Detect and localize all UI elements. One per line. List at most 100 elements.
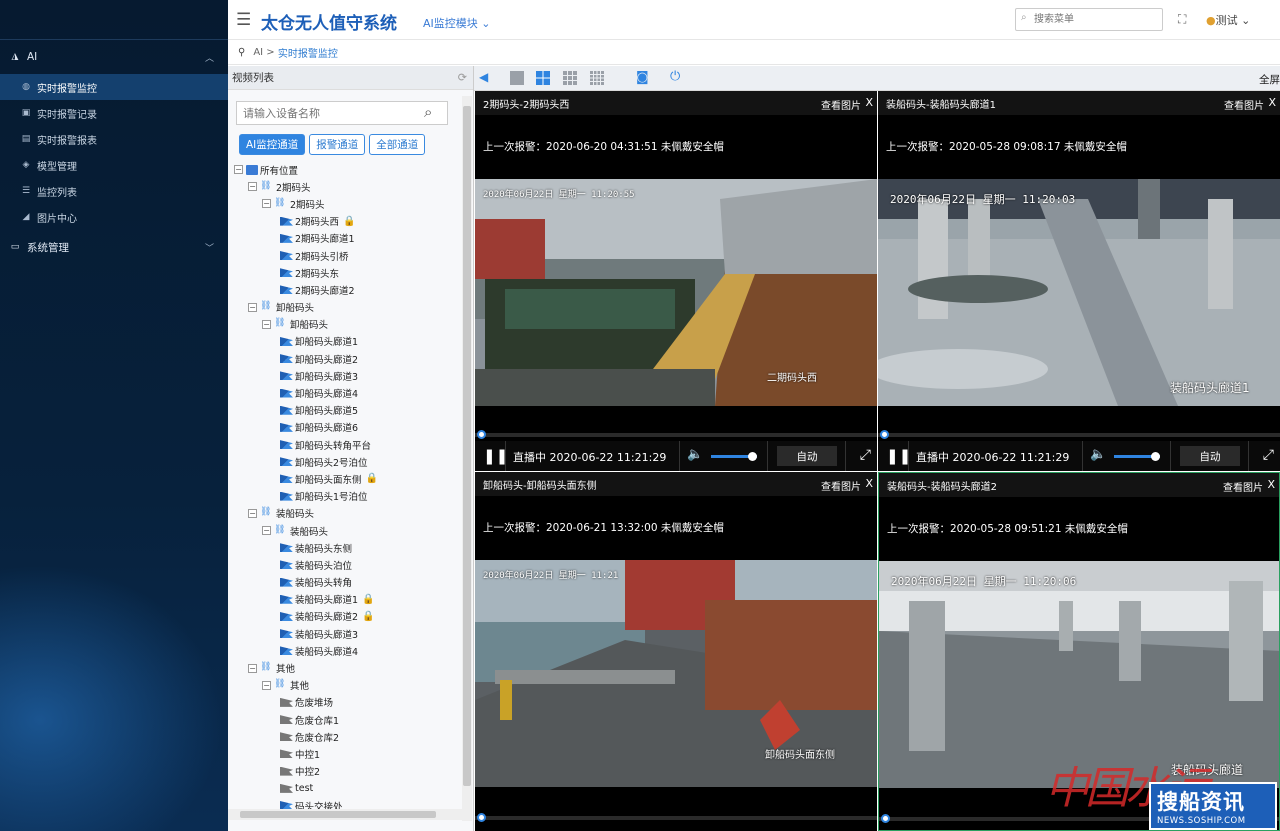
tree-camera-node[interactable]: 卸船码头面东侧 🔒	[234, 470, 462, 487]
tab-alarm-channel[interactable]: 报警通道	[309, 134, 366, 155]
view-picture-button[interactable]: 查看图片	[1223, 479, 1263, 494]
collapse-toggle-icon[interactable]: −	[262, 319, 271, 329]
tree-camera-node[interactable]: 2期码头廊道2	[234, 281, 462, 298]
sidebar-item-monitor-list[interactable]: ☰ 监控列表	[0, 178, 228, 204]
module-selector[interactable]: AI监控模块 ⌄	[423, 15, 490, 31]
tree-camera-node[interactable]: 卸船码头转角平台	[234, 436, 462, 453]
device-search-input[interactable]	[236, 101, 448, 125]
collapse-toggle-icon[interactable]: −	[248, 508, 257, 518]
power-icon[interactable]: ⏻	[670, 69, 680, 84]
auto-mode-button[interactable]: 自动	[1180, 446, 1240, 466]
tree-group-node[interactable]: − ⛓ 2期码头	[234, 195, 462, 212]
close-icon[interactable]: X	[865, 96, 873, 109]
tree-camera-node[interactable]: 卸船码头廊道6	[234, 419, 462, 436]
tree-camera-node[interactable]: 危废仓库2	[234, 728, 462, 745]
tree-camera-node[interactable]: 卸船码头廊道4	[234, 384, 462, 401]
tree-camera-node[interactable]: 卸船码头1号泊位	[234, 488, 462, 505]
collapse-toggle-icon[interactable]: −	[262, 526, 271, 536]
expand-icon[interactable]: ⤢	[860, 447, 871, 463]
tree-camera-node[interactable]: 危废仓库1	[234, 711, 462, 728]
layout-16-icon[interactable]	[590, 71, 604, 85]
tree-camera-node[interactable]: 危废堆场	[234, 694, 462, 711]
search-icon[interactable]: ⌕	[424, 103, 432, 121]
fullscreen-icon[interactable]: ⛶	[1178, 12, 1186, 27]
scroll-thumb[interactable]	[463, 106, 471, 786]
tree-horizontal-scrollbar[interactable]	[228, 809, 462, 820]
collapse-arrow-icon[interactable]: ◀	[479, 70, 488, 84]
progress-handle[interactable]	[477, 430, 486, 439]
tab-ai-channel[interactable]: AI监控通道	[239, 134, 306, 155]
tree-camera-node[interactable]: 2期码头引桥	[234, 247, 462, 264]
layout-9-icon[interactable]	[563, 71, 577, 85]
volume-handle[interactable]	[1151, 452, 1160, 461]
fullscreen-button[interactable]: 全屏	[1259, 72, 1280, 87]
tree-camera-node[interactable]: 装船码头廊道4	[234, 642, 462, 659]
playback-progress[interactable]	[878, 430, 1280, 439]
chevron-down-icon[interactable]: ﹀	[205, 241, 214, 254]
menu-group-system[interactable]: ▭ 系统管理 ﹀	[0, 230, 228, 264]
tree-camera-node[interactable]: 卸船码头廊道1	[234, 333, 462, 350]
playback-progress[interactable]	[475, 813, 877, 822]
layout-4-icon[interactable]	[536, 71, 550, 85]
collapse-toggle-icon[interactable]: −	[262, 199, 271, 209]
volume-slider[interactable]	[1114, 452, 1160, 461]
layout-1-icon[interactable]	[510, 71, 524, 85]
menu-group-ai[interactable]: ◮ AI ︿	[0, 40, 228, 74]
video-panel-2[interactable]: 装船码头-装船码头廊道1 查看图片 X 上一次报警：2020-05-28 09:…	[878, 91, 1280, 471]
tree-camera-node[interactable]: 卸船码头廊道5	[234, 402, 462, 419]
progress-handle[interactable]	[880, 430, 889, 439]
tree-camera-node[interactable]: test	[234, 780, 462, 797]
tree-group-node[interactable]: − ⛓ 装船码头	[234, 505, 462, 522]
menu-toggle-icon[interactable]: ☰	[236, 10, 251, 30]
view-picture-button[interactable]: 查看图片	[1224, 97, 1264, 112]
tree-group-node[interactable]: − ⛓ 卸船码头	[234, 299, 462, 316]
expand-icon[interactable]: ⤢	[1263, 447, 1274, 463]
tree-camera-node[interactable]: 2期码头东	[234, 264, 462, 281]
collapse-toggle-icon[interactable]: −	[248, 302, 257, 312]
tab-all-channel[interactable]: 全部通道	[369, 134, 426, 155]
auto-mode-button[interactable]: 自动	[777, 446, 837, 466]
sidebar-item-model[interactable]: ◈ 模型管理	[0, 152, 228, 178]
menu-search-input[interactable]	[1015, 8, 1163, 31]
camera-snapshot-icon[interactable]: ◙	[636, 70, 649, 85]
tree-camera-node[interactable]: 中控1	[234, 745, 462, 762]
tree-camera-node[interactable]: 装船码头廊道3	[234, 625, 462, 642]
sidebar-item-alarm-report[interactable]: ▤ 实时报警报表	[0, 126, 228, 152]
collapse-toggle-icon[interactable]: −	[248, 663, 257, 673]
collapse-toggle-icon[interactable]: −	[262, 680, 271, 690]
tree-group-node[interactable]: − ⛓ 卸船码头	[234, 316, 462, 333]
tree-camera-node[interactable]: 装船码头廊道1 🔒	[234, 591, 462, 608]
close-icon[interactable]: X	[1267, 478, 1275, 491]
sidebar-item-alarm-monitor[interactable]: ◍ 实时报警监控	[0, 74, 228, 100]
close-icon[interactable]: X	[865, 477, 873, 490]
progress-handle[interactable]	[881, 814, 890, 823]
volume-slider[interactable]	[711, 452, 757, 461]
tree-camera-node[interactable]: 装船码头转角	[234, 574, 462, 591]
tree-group-node[interactable]: − ⛓ 装船码头	[234, 522, 462, 539]
tree-camera-node[interactable]: 2期码头西 🔒	[234, 213, 462, 230]
progress-handle[interactable]	[477, 813, 486, 822]
user-menu[interactable]: ●测试 ⌄	[1206, 12, 1250, 28]
breadcrumb-root[interactable]: AI	[253, 47, 263, 58]
scroll-thumb[interactable]	[240, 811, 436, 818]
refresh-icon[interactable]: ⟳	[458, 71, 467, 84]
playback-progress[interactable]	[475, 430, 877, 439]
tree-group-node[interactable]: − ⛓ 2期码头	[234, 178, 462, 195]
tree-camera-node[interactable]: 装船码头东侧	[234, 539, 462, 556]
sidebar-item-picture-center[interactable]: ◢ 图片中心	[0, 204, 228, 230]
collapse-toggle-icon[interactable]: −	[248, 182, 257, 192]
tree-camera-node[interactable]: 卸船码头2号泊位	[234, 453, 462, 470]
view-picture-button[interactable]: 查看图片	[821, 97, 861, 112]
tree-camera-node[interactable]: 装船码头泊位	[234, 556, 462, 573]
view-picture-button[interactable]: 查看图片	[821, 478, 861, 493]
tree-vertical-scrollbar[interactable]	[462, 96, 472, 821]
tree-camera-node[interactable]: 卸船码头廊道3	[234, 367, 462, 384]
volume-handle[interactable]	[748, 452, 757, 461]
tree-group-node[interactable]: − 所有位置	[234, 161, 462, 178]
tree-group-node[interactable]: − ⛓ 其他	[234, 659, 462, 676]
tree-camera-node[interactable]: 2期码头廊道1	[234, 230, 462, 247]
chevron-up-icon[interactable]: ︿	[205, 51, 214, 64]
volume-icon[interactable]: 🔈	[1090, 447, 1106, 462]
video-panel-3[interactable]: 卸船码头-卸船码头面东侧 查看图片 X 上一次报警：2020-06-21 13:…	[475, 472, 877, 831]
volume-icon[interactable]: 🔈	[687, 447, 703, 462]
